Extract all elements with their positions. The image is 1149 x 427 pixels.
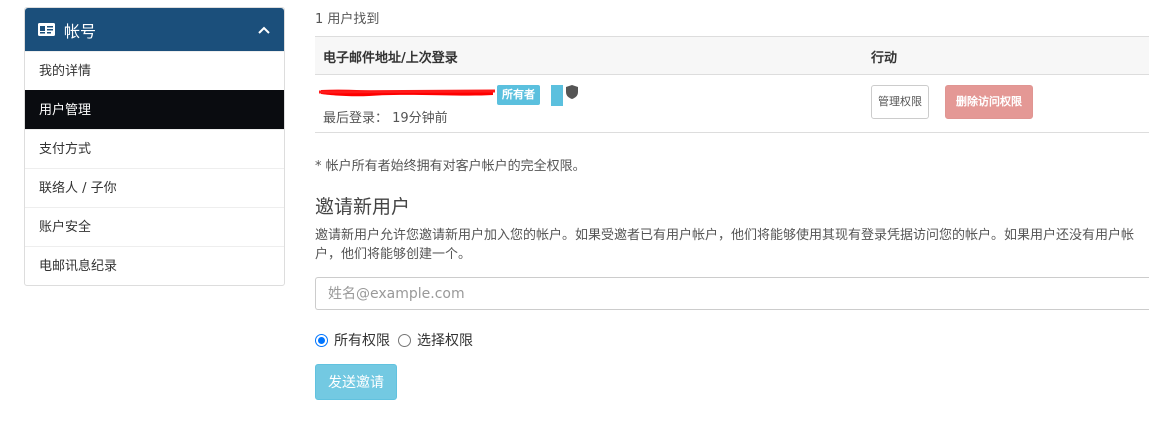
users-found-count: 1 用户找到 (315, 12, 380, 27)
sidebar-item-my-details[interactable]: 我的详情 (25, 51, 284, 90)
sidebar-item-user-management[interactable]: 用户管理 (25, 90, 284, 129)
sidebar-header[interactable]: 帐号 (25, 8, 284, 51)
sidebar-item-email-log[interactable]: 电邮讯息纪录 (25, 246, 284, 285)
invite-description: 邀请新用户允许您邀请新用户加入您的帐户。如果受邀者已有用户帐户，他们将能够使用其… (315, 228, 1135, 262)
invite-title: 邀请新用户 (315, 196, 411, 218)
chevron-up-icon[interactable] (257, 23, 271, 37)
last-login: 最后登录： 19分钟前 (323, 111, 448, 126)
column-header-actions: 行动 (871, 51, 898, 66)
column-header-email: 电子邮件地址/上次登录 (323, 51, 458, 66)
radio-all-permissions[interactable]: 所有权限 (315, 330, 390, 350)
sidebar-title: 帐号 (64, 21, 97, 41)
sidebar-item-payment-methods[interactable]: 支付方式 (25, 129, 284, 168)
permission-radio-group: 所有权限 选择权限 (315, 330, 481, 350)
invite-email-input[interactable] (315, 277, 1149, 310)
id-card-icon (38, 23, 55, 36)
radio-checked-icon[interactable] (315, 333, 328, 347)
manage-permissions-button[interactable]: 管理权限 (871, 85, 929, 119)
radio-all-label: 所有权限 (334, 333, 390, 349)
radio-unchecked-icon[interactable] (398, 333, 411, 347)
owner-badge: 所有者 (497, 85, 540, 105)
status-badge (551, 85, 563, 106)
remove-access-button[interactable]: 删除访问权限 (945, 85, 1033, 119)
owner-note: * 帐户所有者始终拥有对客户帐户的完全权限。 (315, 159, 586, 174)
sidebar-item-account-security[interactable]: 账户安全 (25, 207, 284, 246)
radio-select-permissions[interactable]: 选择权限 (398, 330, 473, 350)
shield-icon (566, 85, 578, 99)
radio-select-label: 选择权限 (417, 333, 473, 349)
table-header: 电子邮件地址/上次登录 行动 (315, 37, 1149, 75)
send-invite-button[interactable]: 发送邀请 (315, 364, 397, 400)
table-row: 所有者 最后登录： 19分钟前 管理权限 删除访问权限 (315, 75, 1149, 133)
redacted-email (319, 89, 495, 97)
users-table: 电子邮件地址/上次登录 行动 所有者 最后登录： 19分钟前 管理权限 删除访问… (315, 36, 1149, 133)
sidebar-item-contacts[interactable]: 联络人 / 子你 (25, 168, 284, 207)
account-sidebar: 帐号 我的详情 用户管理 支付方式 联络人 / 子你 账户安全 电邮讯息纪录 (24, 7, 285, 286)
